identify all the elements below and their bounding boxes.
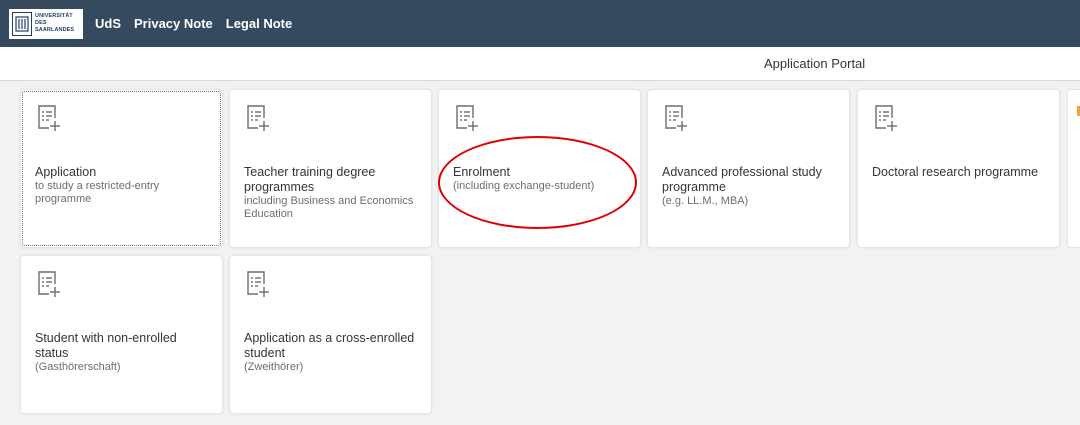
tile-subtitle: (Zweithörer) xyxy=(244,361,304,373)
tile-title: Student with non-enrolled status (Gasthö… xyxy=(35,331,213,374)
tile-subtitle: (e.g. LL.M., MBA) xyxy=(662,195,749,207)
tile-subtitle: (Gasthörerschaft) xyxy=(35,361,121,373)
logo-line: UNIVERSITÄT xyxy=(35,13,73,19)
nav-link-privacy-note[interactable]: Privacy Note xyxy=(134,16,213,31)
form-add-icon xyxy=(38,271,60,297)
tile-non-enrolled-status[interactable]: Student with non-enrolled status (Gasthö… xyxy=(20,255,223,414)
logo-line: SAARLANDES xyxy=(35,27,75,33)
tile-title-text: Student with non-enrolled status xyxy=(35,331,177,360)
tile-title-text: Doctoral research programme xyxy=(872,165,1039,179)
form-add-icon xyxy=(247,271,269,297)
logo-wordmark: UNIVERSITÄT DES SAARLANDES xyxy=(35,13,74,34)
tile-title: Application as a cross-enrolled student … xyxy=(244,331,422,374)
tile-cross-enrolled-student[interactable]: Application as a cross-enrolled student … xyxy=(229,255,432,414)
top-navigation-bar: UNIVERSITÄT DES SAARLANDES UdS Privacy N… xyxy=(0,0,1080,47)
tile-title-text: Teacher training degree programmes xyxy=(244,165,376,194)
page-header: Application Portal xyxy=(0,47,1080,81)
tile-title: Advanced professional study programme (e… xyxy=(662,165,840,208)
nav-link-uds[interactable]: UdS xyxy=(95,16,121,31)
tile-application[interactable]: Application to study a restricted-entry … xyxy=(20,89,223,248)
tile-title: Doctoral research programme xyxy=(872,165,1050,180)
tile-title-text: Enrolment xyxy=(453,165,510,179)
tile-title: Teacher training degree programmes inclu… xyxy=(244,165,422,221)
form-add-icon xyxy=(247,105,269,131)
tile-advanced-professional-study[interactable]: Advanced professional study programme (e… xyxy=(647,89,850,248)
tile-title-text: Advanced professional study programme xyxy=(662,165,822,194)
form-add-icon xyxy=(665,105,687,131)
tile-subtitle: including Business and Economics Educati… xyxy=(244,195,414,220)
tile-title-text: Application as a cross-enrolled student xyxy=(244,331,415,360)
tile-subtitle: (including exchange-student) xyxy=(453,180,595,192)
form-add-icon xyxy=(875,105,897,131)
tile-subtitle: to study a restricted-entry programme xyxy=(35,180,160,205)
tile-doctoral-research[interactable]: Doctoral research programme xyxy=(857,89,1060,248)
tile-title: Enrolment (including exchange-student) xyxy=(453,165,631,193)
tile-enrolment[interactable]: Enrolment (including exchange-student) xyxy=(438,89,641,248)
form-add-icon xyxy=(38,105,60,131)
nav-link-legal-note[interactable]: Legal Note xyxy=(226,16,292,31)
form-add-icon xyxy=(456,105,478,131)
university-logo[interactable]: UNIVERSITÄT DES SAARLANDES xyxy=(9,8,83,39)
university-crest-icon xyxy=(12,11,32,36)
tile-title-text: Application xyxy=(35,165,97,179)
tile-partially-visible[interactable] xyxy=(1067,89,1080,248)
page-title: Application Portal xyxy=(764,56,866,71)
tile-title: Application to study a restricted-entry … xyxy=(35,165,213,206)
logo-line: DES xyxy=(35,20,47,26)
tile-teacher-training[interactable]: Teacher training degree programmes inclu… xyxy=(229,89,432,248)
